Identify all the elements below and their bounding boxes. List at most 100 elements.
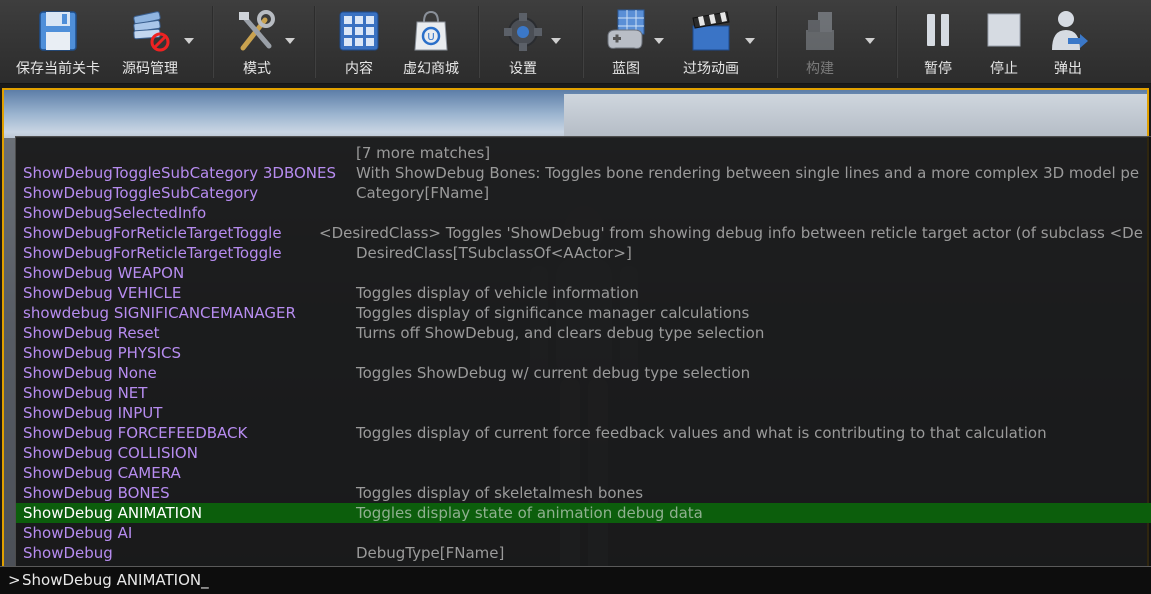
console-suggestion-row[interactable]: showdebug SIGNIFICANCEMANAGER Toggles dis… [16, 303, 1151, 323]
console-suggestion-row[interactable]: ShowDebug NET [16, 383, 1151, 403]
console-suggestion-row[interactable]: ShowDebug INPUT [16, 403, 1151, 423]
suggestion-command: ShowDebug COLLISION [23, 444, 198, 462]
suggestion-command: ShowDebug AI [23, 524, 133, 542]
marketplace-button[interactable]: U 虚幻商城 [395, 0, 467, 84]
source-control-icon [128, 8, 172, 54]
suggestion-command: ShowDebugSelectedInfo [23, 204, 207, 222]
suggestion-description: <DesiredClass> Toggles 'ShowDebug' from … [319, 224, 1143, 242]
settings-dropdown-arrow[interactable] [550, 36, 562, 46]
blueprints-dropdown-arrow[interactable] [653, 36, 665, 46]
console-suggestion-row[interactable]: ShowDebugToggleSubCategory Category[FName… [16, 183, 1151, 203]
eject-label: 弹出 [1054, 61, 1082, 77]
source-control-label: 源码管理 [122, 61, 178, 77]
source-control-button[interactable]: 源码管理 [110, 0, 190, 84]
toolbar-separator [582, 6, 584, 78]
modes-button[interactable]: 模式 [220, 0, 294, 84]
modes-label: 模式 [243, 61, 271, 77]
suggestion-command: ShowDebug FORCEFEEDBACK [23, 424, 248, 442]
pause-label: 暂停 [924, 61, 952, 77]
suggestion-command: ShowDebug CAMERA [23, 464, 181, 482]
console-suggestion-row[interactable]: ShowDebugForReticleTargetToggle <DesiredC… [16, 223, 1151, 243]
more-matches-text: [7 more matches] [356, 144, 491, 162]
settings-button[interactable]: 设置 [486, 0, 560, 84]
suggestion-description: Toggles display of significance manager … [356, 304, 750, 322]
content-label: 内容 [345, 61, 373, 77]
suggestion-command: ShowDebug ANIMATION [23, 504, 203, 522]
eject-button[interactable]: 弹出 [1036, 0, 1100, 84]
cinematics-dropdown-arrow[interactable] [744, 36, 756, 46]
main-toolbar: 保存当前关卡 源码管理 模式 内容 U 虚幻商城 设置 蓝图 过场动画 构建 暂… [0, 0, 1151, 84]
eject-icon [1046, 8, 1090, 54]
suggestion-command: ShowDebugToggleSubCategory [23, 184, 259, 202]
settings-label: 设置 [509, 61, 537, 77]
blueprints-button[interactable]: 蓝图 [590, 0, 662, 84]
source-control-dropdown-arrow[interactable] [183, 36, 195, 46]
blueprints-label: 蓝图 [612, 61, 640, 77]
cinematics-clapper-icon [689, 8, 733, 54]
suggestion-description: Toggles display of current force feedbac… [356, 424, 1047, 442]
save-current-level-button[interactable]: 保存当前关卡 [8, 0, 108, 84]
save-label: 保存当前关卡 [16, 61, 100, 77]
suggestion-command: showdebug SIGNIFICANCEMANAGER [23, 304, 296, 322]
suggestion-command: ShowDebug None [23, 364, 157, 382]
console-suggestion-row[interactable]: ShowDebug Reset Turns off ShowDebug, and … [16, 323, 1151, 343]
modes-dropdown-arrow[interactable] [284, 36, 296, 46]
console-suggestion-row[interactable]: ShowDebug DebugType[FName] [16, 543, 1151, 563]
build-button[interactable]: 构建 [784, 0, 856, 84]
console-suggestion-row[interactable]: ShowDebugSelectedInfo [16, 203, 1151, 223]
suggestion-description: Category[FName] [356, 184, 490, 202]
console-suggestion-row[interactable]: ShowDebug COLLISION [16, 443, 1151, 463]
pause-icon [916, 8, 960, 54]
svg-text:U: U [427, 32, 434, 43]
settings-gear-icon [501, 8, 545, 54]
suggestion-description: DebugType[FName] [356, 544, 505, 562]
console-suggestion-row[interactable]: ShowDebug FORCEFEEDBACK Toggles display o… [16, 423, 1151, 443]
suggestion-command: ShowDebug INPUT [23, 404, 163, 422]
console-suggestion-row[interactable]: ShowDebug None Toggles ShowDebug w/ curre… [16, 363, 1151, 383]
console-suggestion-row[interactable]: ShowDebugForReticleTargetToggle DesiredCl… [16, 243, 1151, 263]
suggestion-command: ShowDebugForReticleTargetToggle [23, 224, 282, 242]
pause-button[interactable]: 暂停 [906, 0, 970, 84]
console-suggestion-row[interactable]: ShowDebugToggleSubCategory 3DBONES With S… [16, 163, 1151, 183]
console-suggestion-row[interactable]: ShowDebug AI [16, 523, 1151, 543]
console-prompt: > [8, 571, 21, 589]
toolbar-separator [896, 6, 898, 78]
suggestion-description: Toggles ShowDebug w/ current debug type … [356, 364, 751, 382]
marketplace-label: 虚幻商城 [403, 61, 459, 77]
suggestion-description: With ShowDebug Bones: Toggles bone rende… [356, 164, 1140, 182]
stop-icon [982, 8, 1026, 54]
suggestion-command: ShowDebugForReticleTargetToggle [23, 244, 282, 262]
suggestion-description: DesiredClass[TSubclassOf<AActor>] [356, 244, 632, 262]
build-dropdown-arrow[interactable] [864, 36, 876, 46]
console-autocomplete-list: [7 more matches] ShowDebugToggleSubCateg… [15, 136, 1151, 566]
console-input-text[interactable]: ShowDebug ANIMATION_ [22, 569, 209, 591]
content-grid-icon [337, 8, 381, 54]
console-suggestion-row[interactable]: ShowDebug BONES Toggles display of skelet… [16, 483, 1151, 503]
console-suggestion-row[interactable]: ShowDebug ANIMATION Toggles display state… [16, 503, 1151, 523]
blueprint-gamepad-icon [604, 8, 648, 54]
suggestion-command: ShowDebug VEHICLE [23, 284, 182, 302]
toolbar-separator [212, 6, 214, 78]
toolbar-separator [314, 6, 316, 78]
console-suggestion-row[interactable]: ShowDebug CAMERA [16, 463, 1151, 483]
marketplace-bag-icon: U [409, 8, 453, 54]
content-button[interactable]: 内容 [322, 0, 396, 84]
console-suggestion-row[interactable]: ShowDebug PHYSICS [16, 343, 1151, 363]
suggestion-command: ShowDebug [23, 544, 113, 562]
console-suggestion-row[interactable]: ShowDebug WEAPON [16, 263, 1151, 283]
suggestion-command: ShowDebug WEAPON [23, 264, 185, 282]
build-cubes-icon [798, 8, 842, 54]
suggestion-command: ShowDebug NET [23, 384, 148, 402]
suggestion-description: Toggles display of skeletalmesh bones [356, 484, 644, 502]
modes-tools-icon [235, 8, 279, 54]
cinematics-label: 过场动画 [683, 61, 739, 77]
cinematics-button[interactable]: 过场动画 [672, 0, 750, 84]
suggestion-command: ShowDebug PHYSICS [23, 344, 181, 362]
console-input[interactable]: > ShowDebug ANIMATION_ [0, 566, 1151, 594]
suggestion-command: ShowDebugToggleSubCategory 3DBONES [23, 164, 337, 182]
suggestion-command: ShowDebug Reset [23, 324, 160, 342]
stop-button[interactable]: 停止 [972, 0, 1036, 84]
toolbar-separator [478, 6, 480, 78]
suggestion-command: ShowDebug BONES [23, 484, 170, 502]
console-suggestion-row[interactable]: ShowDebug VEHICLE Toggles display of vehi… [16, 283, 1151, 303]
